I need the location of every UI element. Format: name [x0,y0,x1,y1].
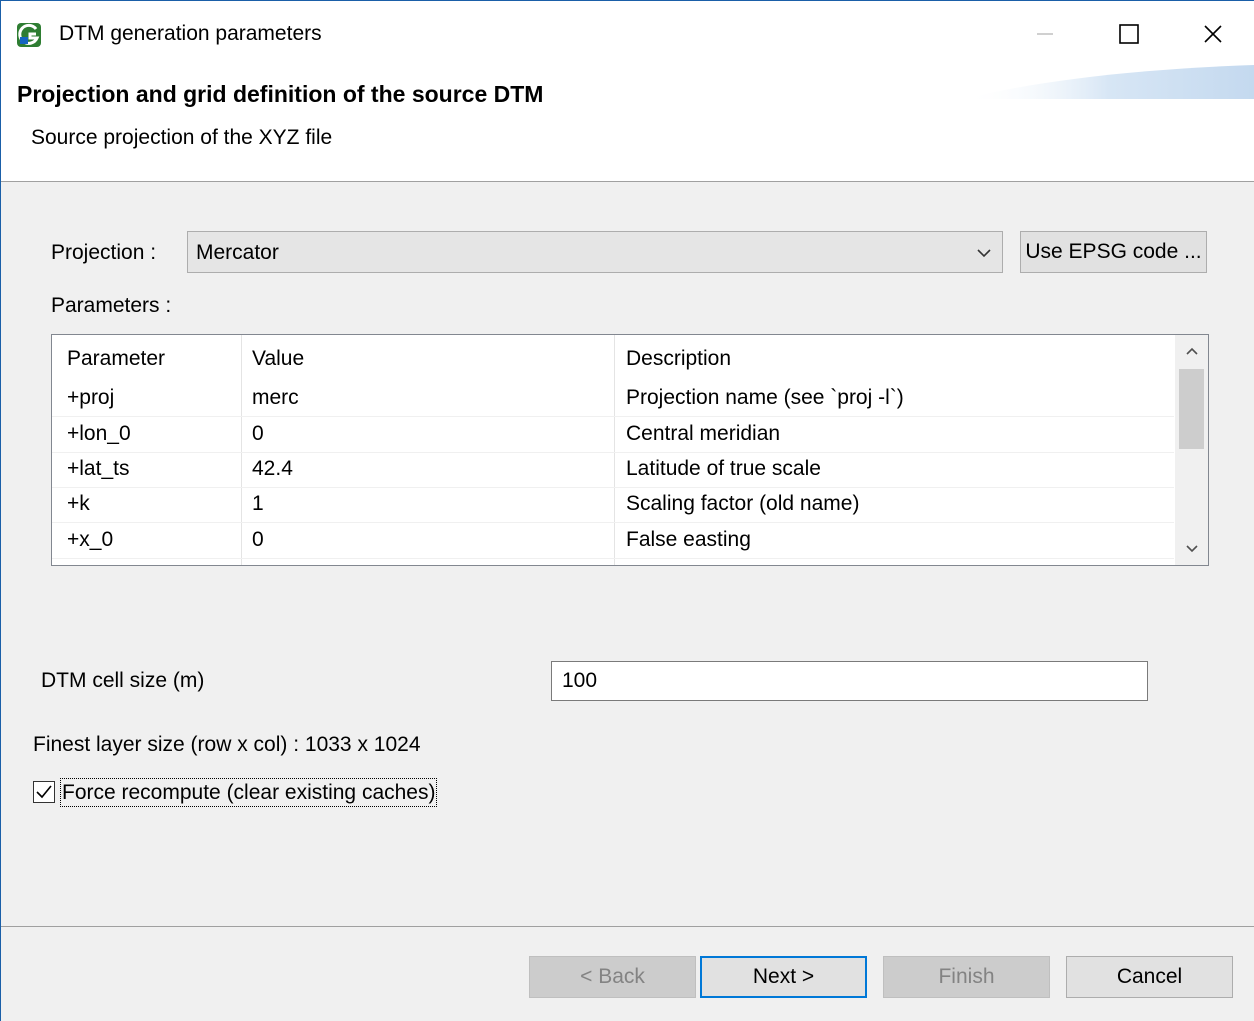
use-epsg-code-button[interactable]: Use EPSG code ... [1020,231,1207,273]
cell-value[interactable]: 0 [252,528,264,552]
cell-parameter: +lon_0 [67,422,131,445]
chevron-down-icon [1185,545,1198,553]
cell-description: Central meridian [626,422,781,445]
cell-parameter: +lat_ts [67,457,130,480]
wizard-header: Projection and grid definition of the so… [1,65,1254,181]
cancel-button[interactable]: Cancel [1066,956,1233,998]
cell-size-input[interactable] [551,661,1148,701]
cell-parameter: +k [67,492,90,515]
back-button[interactable]: < Back [529,956,696,998]
scroll-down-button[interactable] [1175,531,1208,565]
title-bar: DTM generation parameters [1,1,1254,65]
column-header-description[interactable]: Description [626,347,731,371]
scroll-up-button[interactable] [1175,335,1208,369]
projection-label: Projection : [51,241,157,264]
parameters-table[interactable]: Parameter Value Description +proj merc P… [51,334,1209,566]
wizard-footer: < Back Next > Finish Cancel [1,927,1254,1021]
window-title: DTM generation parameters [59,22,322,45]
table-row[interactable]: +lat_ts 42.4 Latitude of true scale [52,452,1174,488]
maximize-button[interactable] [1099,13,1159,55]
cell-value[interactable]: merc [252,386,299,410]
column-header-value[interactable]: Value [252,347,304,371]
finish-button[interactable]: Finish [883,956,1050,998]
force-recompute-label[interactable]: Force recompute (clear existing caches) [60,778,438,807]
cell-description: False easting [626,528,751,551]
maximize-icon [1119,24,1139,44]
wizard-body: Projection : Mercator Use EPSG code ... … [1,182,1254,926]
parameters-label: Parameters : [51,294,172,317]
finest-layer-size-text: Finest layer size (row x col) : 1033 x 1… [33,733,421,756]
cell-size-label: DTM cell size (m) [41,669,205,692]
minimize-button[interactable] [1015,13,1075,55]
checkmark-icon [36,785,52,799]
cell-parameter: +x_0 [67,528,114,551]
header-banner-graphic [964,65,1254,99]
cell-description: Latitude of true scale [626,457,821,480]
chevron-up-icon [1185,347,1198,355]
projection-dropdown[interactable]: Mercator [187,231,1003,273]
cell-value[interactable]: 1 [252,492,264,516]
close-button[interactable] [1183,13,1243,55]
page-subtitle: Source projection of the XYZ file [31,126,333,149]
close-icon [1204,25,1222,43]
chevron-down-icon [976,245,992,266]
cell-value[interactable]: 42.4 [252,457,293,481]
table-header: Parameter Value Description [52,335,1174,381]
projection-selected-value: Mercator [196,241,279,264]
page-title: Projection and grid definition of the so… [17,81,544,107]
column-header-parameter[interactable]: Parameter [67,347,165,371]
table-vertical-scrollbar[interactable] [1175,335,1208,565]
cell-description: Scaling factor (old name) [626,492,860,515]
app-icon [17,23,41,47]
table-row[interactable]: +x_0 0 False easting [52,523,1174,559]
next-button[interactable]: Next > [700,956,867,998]
scrollbar-thumb[interactable] [1179,369,1204,449]
cell-value[interactable]: 0 [252,422,264,446]
minimize-icon [1037,33,1053,35]
table-row[interactable]: +proj merc Projection name (see `proj -l… [52,381,1174,417]
table-row[interactable]: +k 1 Scaling factor (old name) [52,487,1174,523]
dtm-dialog-window: DTM generation parameters Projection and… [0,0,1254,1021]
table-row[interactable]: +lon_0 0 Central meridian [52,417,1174,453]
cell-parameter: +proj [67,386,115,409]
checkbox-box[interactable] [33,781,55,803]
cell-description: Projection name (see `proj -l`) [626,386,904,409]
